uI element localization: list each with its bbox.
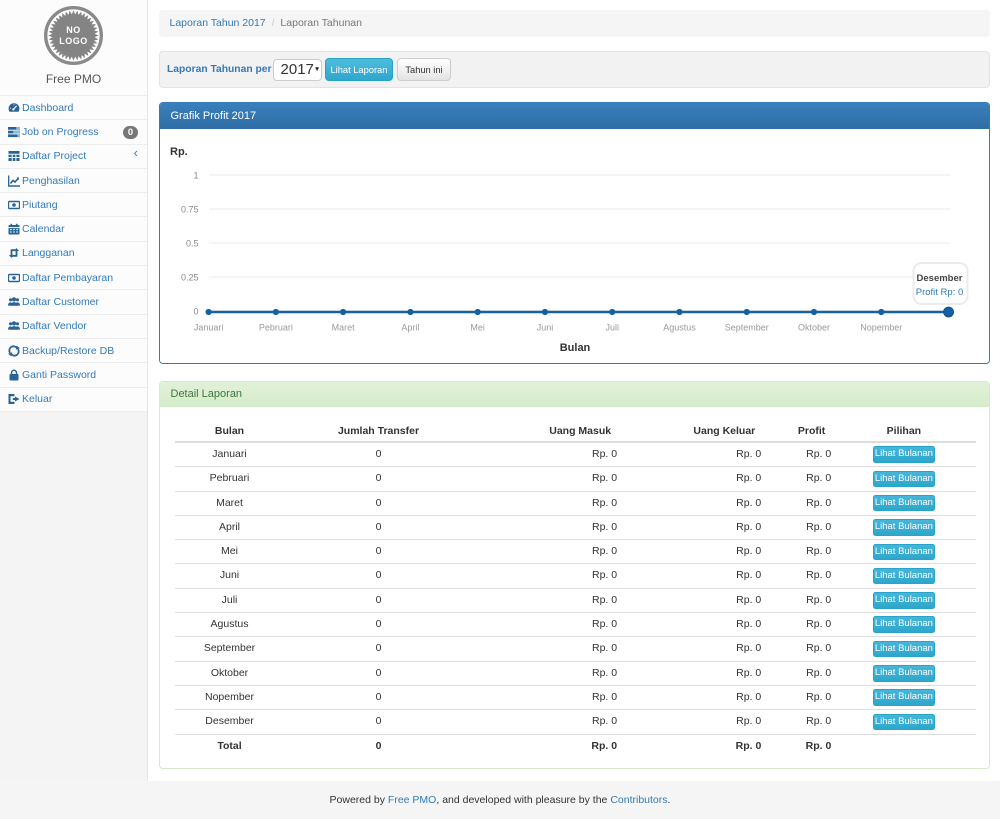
svg-text:LOGO: LOGO [59, 36, 88, 46]
svg-text:NO: NO [66, 25, 81, 35]
svg-text:Bulan: Bulan [559, 342, 590, 354]
svg-text:Maret: Maret [331, 323, 355, 333]
svg-text:Mei: Mei [470, 323, 485, 333]
svg-text:Pebruari: Pebruari [258, 323, 292, 333]
svg-text:Agustus: Agustus [663, 323, 696, 333]
svg-text:Nopember: Nopember [860, 323, 902, 333]
svg-text:1: 1 [193, 171, 198, 181]
svg-text:Januari: Januari [193, 323, 223, 333]
svg-text:Oktober: Oktober [798, 323, 830, 333]
svg-text:September: September [724, 323, 768, 333]
svg-text:0.5: 0.5 [185, 239, 198, 249]
svg-text:Desember: Desember [916, 273, 962, 284]
svg-text:April: April [401, 323, 419, 333]
svg-text:Juli: Juli [605, 323, 619, 333]
svg-text:0.75: 0.75 [180, 205, 198, 215]
svg-text:Juni: Juni [536, 323, 553, 333]
svg-text:Rp.: Rp. [170, 146, 188, 158]
svg-text:0: 0 [193, 307, 198, 317]
svg-text:0.25: 0.25 [180, 273, 198, 283]
svg-text:Profit Rp: 0: Profit Rp: 0 [915, 287, 963, 298]
